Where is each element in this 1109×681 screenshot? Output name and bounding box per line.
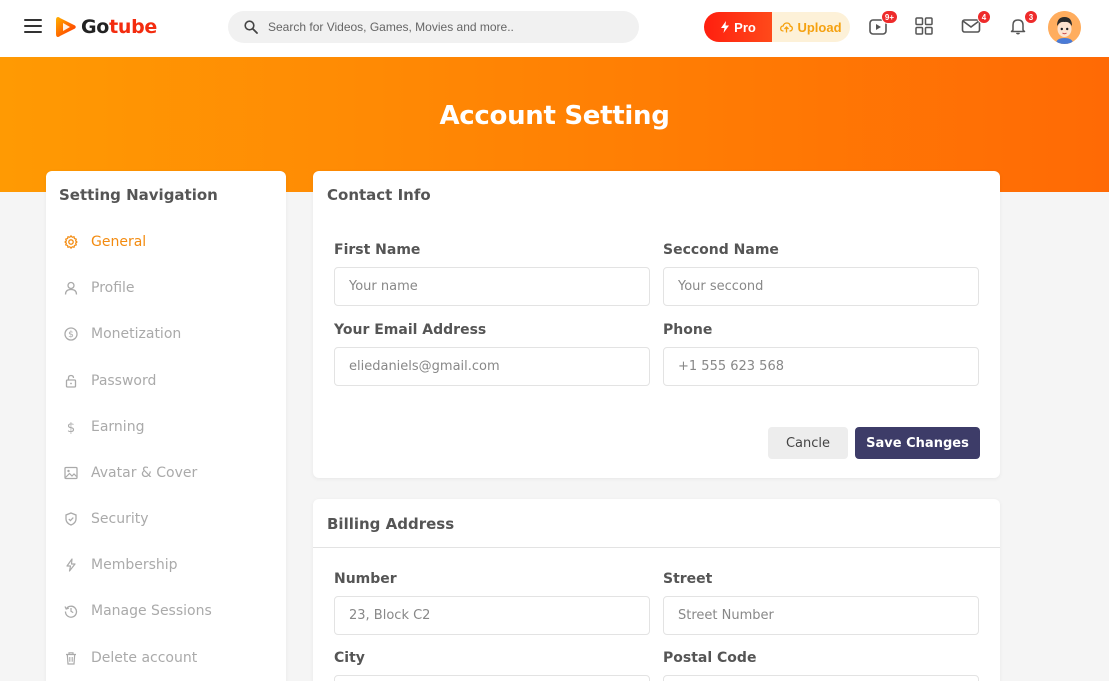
top-navbar: Gotube Pro Upload 9+ 4 3 — [0, 0, 1109, 57]
first-name-label: First Name — [334, 242, 421, 258]
city-field[interactable] — [334, 675, 650, 681]
sidebar-item-label: Security — [91, 511, 149, 527]
sidebar-item-earning[interactable]: $ Earning — [63, 415, 145, 439]
trash-icon — [63, 650, 79, 666]
sidebar-item-avatar-cover[interactable]: Avatar & Cover — [63, 461, 197, 485]
notification-badge: 3 — [1024, 10, 1038, 24]
email-field[interactable] — [334, 347, 650, 386]
dollar-circle-icon: $ — [63, 326, 79, 342]
sidebar-item-delete-account[interactable]: Delete account — [63, 646, 197, 670]
sidebar-item-manage-sessions[interactable]: Manage Sessions — [63, 599, 212, 623]
page-title: Account Setting — [439, 101, 670, 131]
cancel-button[interactable]: Cancle — [768, 427, 848, 459]
video-icon[interactable]: 9+ — [868, 10, 898, 38]
phone-field[interactable] — [663, 347, 979, 386]
street-label: Street — [663, 571, 713, 587]
pro-upload-group: Pro Upload — [704, 12, 850, 42]
email-label: Your Email Address — [334, 322, 487, 338]
cloud-upload-icon — [780, 21, 794, 32]
sidebar-item-label: Monetization — [91, 326, 182, 342]
mail-badge: 4 — [977, 10, 991, 24]
phone-label: Phone — [663, 322, 713, 338]
dollar-icon: $ — [63, 419, 79, 435]
second-name-field[interactable] — [663, 267, 979, 306]
sidebar-item-label: Earning — [91, 419, 145, 435]
sidebar-item-monetization[interactable]: $ Monetization — [63, 322, 181, 346]
bell-icon[interactable]: 3 — [1008, 10, 1038, 38]
menu-icon[interactable] — [24, 19, 42, 33]
lightning-icon — [721, 21, 730, 33]
history-icon — [63, 603, 79, 619]
svg-text:$: $ — [68, 330, 74, 340]
number-field[interactable] — [334, 596, 650, 635]
postal-code-field[interactable] — [663, 675, 979, 681]
sidebar-item-label: Delete account — [91, 650, 198, 666]
number-label: Number — [334, 571, 397, 587]
contact-info-card: Contact Info First Name Seccond Name You… — [313, 171, 1000, 478]
video-badge: 9+ — [880, 10, 898, 24]
sidebar-item-label: Avatar & Cover — [91, 465, 198, 481]
first-name-field[interactable] — [334, 267, 650, 306]
upload-label: Upload — [797, 19, 842, 35]
logo[interactable]: Gotube — [55, 15, 157, 39]
divider — [313, 547, 1000, 548]
user-icon — [63, 280, 79, 296]
play-logo-icon — [56, 17, 76, 37]
sidebar-item-general[interactable]: General — [63, 230, 146, 254]
sidebar-item-label: Password — [91, 373, 157, 389]
search-bar[interactable] — [228, 11, 639, 43]
city-label: City — [334, 650, 365, 666]
postal-code-label: Postal Code — [663, 650, 757, 666]
lightning-icon — [63, 557, 79, 573]
second-name-label: Seccond Name — [663, 242, 779, 258]
sidebar-item-profile[interactable]: Profile — [63, 276, 135, 300]
billing-address-title: Billing Address — [327, 515, 455, 533]
street-field[interactable] — [663, 596, 979, 635]
contact-info-title: Contact Info — [327, 186, 431, 204]
mail-icon[interactable]: 4 — [961, 10, 991, 38]
sidebar-item-label: Membership — [91, 557, 178, 573]
sidebar-item-security[interactable]: Security — [63, 507, 149, 531]
save-changes-button[interactable]: Save Changes — [855, 427, 980, 459]
shield-icon — [63, 511, 79, 527]
sidebar-title: Setting Navigation — [59, 186, 218, 204]
search-icon — [244, 20, 258, 34]
setting-navigation: Setting Navigation General Profile $ Mon… — [46, 171, 286, 681]
sidebar-item-label: Profile — [91, 280, 135, 296]
lock-icon — [63, 373, 79, 389]
upload-button[interactable]: Upload — [772, 12, 850, 42]
billing-address-card: Billing Address Number Street City Posta… — [313, 499, 1000, 681]
avatar[interactable] — [1048, 11, 1081, 44]
svg-text:$: $ — [67, 421, 75, 434]
sidebar-item-label: General — [91, 234, 147, 250]
sidebar-item-membership[interactable]: Membership — [63, 553, 178, 577]
sidebar-item-password[interactable]: Password — [63, 369, 156, 393]
pro-button[interactable]: Pro — [704, 12, 772, 42]
search-input[interactable] — [268, 20, 628, 34]
sidebar-item-label: Manage Sessions — [91, 603, 212, 619]
pro-label: Pro — [734, 19, 756, 35]
logo-text: Gotube — [81, 16, 157, 38]
grid-icon[interactable] — [914, 16, 936, 38]
gear-icon — [63, 234, 79, 250]
image-icon — [63, 465, 79, 481]
